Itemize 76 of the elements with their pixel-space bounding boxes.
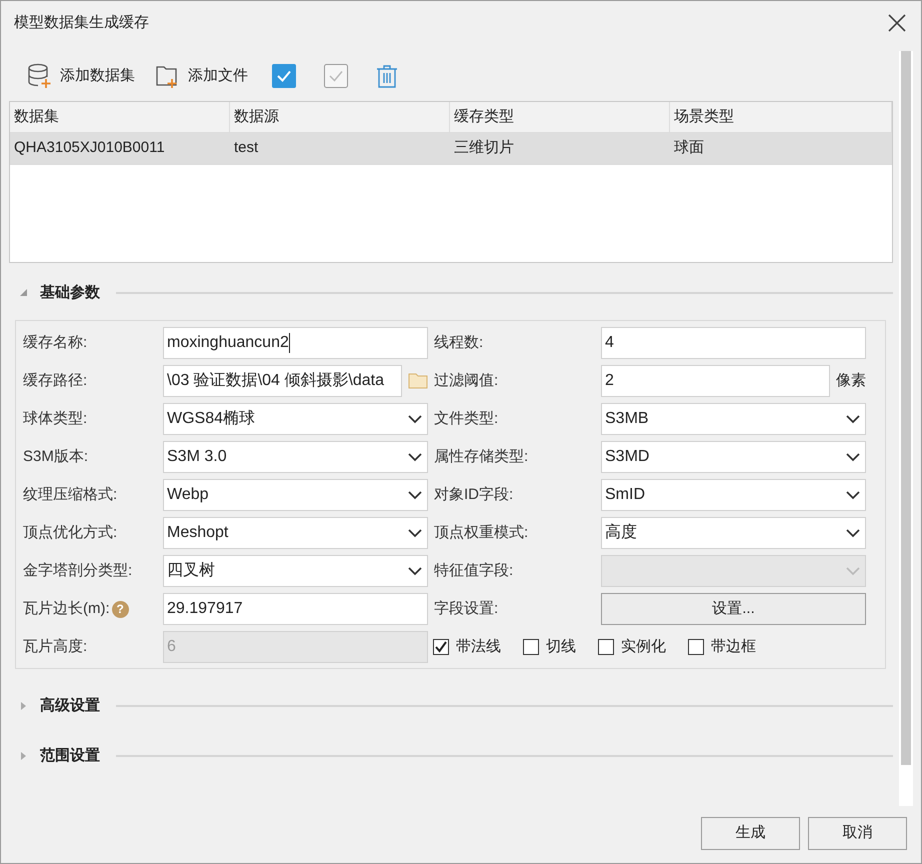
dropdown[interactable]: S3MB — [601, 403, 866, 435]
input-field[interactable]: 2 — [601, 365, 830, 397]
column-header[interactable]: 场景类型 — [670, 102, 892, 132]
checkbox[interactable]: 实例化 — [598, 636, 666, 658]
database-add-icon[interactable] — [27, 63, 53, 89]
folder-icon[interactable] — [408, 373, 428, 389]
expand-triangle-icon[interactable] — [19, 701, 28, 711]
column-header[interactable]: 缓存类型 — [450, 102, 670, 132]
column-header[interactable]: 数据源 — [230, 102, 450, 132]
section-title[interactable]: 范围设置 — [40, 744, 100, 768]
settings-button[interactable]: 设置... — [601, 593, 866, 625]
dropdown[interactable]: 四叉树 — [163, 555, 428, 587]
field-label: 顶点优化方式: — [23, 522, 118, 543]
dialog-button[interactable]: 取消 — [808, 817, 907, 850]
chevron-down-icon — [408, 490, 422, 500]
chevron-down-icon — [846, 452, 860, 462]
input-field[interactable]: moxinghuancun2 — [163, 327, 428, 359]
close-icon[interactable] — [887, 13, 907, 33]
field-label: 球体类型: — [23, 408, 88, 429]
field-label: 瓦片边长(m): — [23, 598, 110, 619]
table-cell-text: 球面 — [673, 138, 705, 158]
table-row[interactable]: QHA3105XJ010B0011 test 三维切片 球面 — [10, 133, 892, 165]
column-header[interactable]: 数据集 — [10, 102, 230, 132]
scrollbar[interactable] — [899, 51, 913, 806]
dropdown[interactable]: 高度 — [601, 517, 866, 549]
field-label: 纹理压缩格式: — [23, 484, 118, 505]
collapse-triangle-icon[interactable] — [19, 288, 28, 298]
checkbox[interactable]: 切线 — [523, 636, 576, 658]
input-field[interactable]: \03 验证数据\04 倾斜摄影\data — [163, 365, 402, 397]
expand-triangle-icon[interactable] — [19, 751, 28, 761]
scrollbar-thumb[interactable] — [901, 51, 911, 765]
field-label: 缓存名称: — [23, 332, 88, 353]
window-title: 模型数据集生成缓存 — [14, 12, 149, 33]
chevron-down-icon — [408, 414, 422, 424]
trash-icon[interactable] — [376, 64, 398, 88]
dropdown[interactable]: SmID — [601, 479, 866, 511]
unit-label: 像素 — [836, 370, 866, 391]
chevron-down-icon — [408, 528, 422, 538]
chevron-down-icon — [408, 566, 422, 576]
input-field[interactable]: 29.197917 — [163, 593, 428, 625]
chevron-down-icon — [846, 566, 860, 576]
field-label: S3M版本: — [23, 446, 88, 467]
dropdown[interactable]: WGS84椭球 — [163, 403, 428, 435]
field-label: 特征值字段: — [434, 560, 514, 581]
dropdown[interactable]: Meshopt — [163, 517, 428, 549]
field-label: 字段设置: — [434, 598, 498, 619]
chevron-down-icon — [846, 414, 860, 424]
table-cell-text: QHA3105XJ010B0011 — [13, 138, 166, 158]
dropdown[interactable]: Webp — [163, 479, 428, 511]
input-field: 6 — [163, 631, 428, 663]
field-label: 文件类型: — [434, 408, 498, 429]
field-label: 线程数: — [434, 332, 484, 353]
field-label: 瓦片高度: — [23, 636, 88, 657]
chevron-down-icon — [408, 452, 422, 462]
input-field[interactable]: 4 — [601, 327, 866, 359]
toolbar-button[interactable]: 添加数据集 — [27, 59, 135, 93]
toolbar-button[interactable]: 添加文件 — [155, 59, 248, 93]
field-label: 缓存路径: — [23, 370, 88, 391]
dropdown[interactable]: S3M 3.0 — [163, 441, 428, 473]
table-cell-text: test — [233, 138, 260, 158]
checkbox[interactable]: 带法线 — [433, 636, 501, 658]
checkbox-checked-icon[interactable] — [272, 64, 296, 88]
field-label: 金字塔剖分类型: — [23, 560, 132, 581]
section-title[interactable]: 基础参数 — [40, 282, 100, 304]
table-cell-text: 三维切片 — [453, 138, 515, 158]
dialog-button[interactable]: 生成 — [701, 817, 800, 850]
dropdown[interactable]: S3MD — [601, 441, 866, 473]
chevron-down-icon — [846, 528, 860, 538]
field-label: 对象ID字段: — [434, 484, 514, 505]
chevron-down-icon — [846, 490, 860, 500]
checkbox[interactable]: 带边框 — [688, 636, 756, 658]
checkbox-checked-icon[interactable] — [324, 64, 348, 88]
field-label: 顶点权重模式: — [434, 522, 528, 543]
field-label: 属性存储类型: — [434, 446, 528, 467]
field-label: 过滤阈值: — [434, 370, 498, 391]
section-title[interactable]: 高级设置 — [40, 694, 100, 718]
